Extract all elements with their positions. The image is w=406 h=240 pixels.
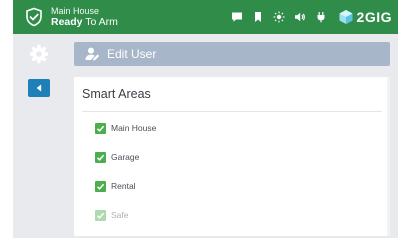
shield-check-icon <box>26 7 42 27</box>
area-checkbox[interactable] <box>95 151 106 163</box>
area-label: Main House <box>111 123 157 133</box>
brand-name: 2GIG <box>356 9 392 25</box>
brand-logo: 2GIG <box>338 9 392 25</box>
arm-state-suffix: To Arm <box>82 16 118 28</box>
status-bar: Main House Ready To Arm 2GIG <box>13 0 398 34</box>
area-item-safe[interactable]: Safe <box>95 208 129 222</box>
area-name: Main House <box>51 6 100 16</box>
check-icon <box>96 183 105 190</box>
area-item-garage[interactable]: Garage <box>95 150 139 164</box>
back-arrow-icon <box>36 84 42 92</box>
area-item-main-house[interactable]: Main House <box>95 121 156 135</box>
area-checkbox[interactable] <box>95 209 106 221</box>
area-item-rental[interactable]: Rental <box>95 179 136 193</box>
area-checkbox[interactable] <box>95 122 106 134</box>
scrollbar[interactable] <box>387 77 390 236</box>
main-content: Edit User Smart Areas Main House Garage … <box>13 34 398 238</box>
area-checkbox[interactable] <box>95 180 106 192</box>
page-title: Edit User <box>107 47 157 61</box>
smart-areas-panel: Smart Areas Main House Garage Rental Saf… <box>74 77 390 236</box>
status-icons: 2GIG <box>231 7 398 27</box>
message-icon[interactable] <box>231 11 243 23</box>
system-status[interactable]: Main House Ready To Arm <box>51 6 118 28</box>
2gig-logo-icon <box>339 10 353 24</box>
brightness-icon[interactable] <box>273 11 285 23</box>
bookmark-icon[interactable] <box>252 11 264 23</box>
power-plug-icon[interactable] <box>315 11 327 23</box>
back-button[interactable] <box>28 79 50 97</box>
arm-state-prefix: Ready <box>51 16 83 28</box>
divider <box>82 111 382 112</box>
user-edit-icon <box>85 47 100 61</box>
area-label: Garage <box>111 152 140 162</box>
area-label: Safe <box>111 210 129 220</box>
panel-title: Smart Areas <box>82 87 151 101</box>
gear-icon[interactable] <box>29 44 49 64</box>
check-icon <box>96 154 105 161</box>
area-label: Rental <box>111 181 136 191</box>
header-bar: Edit User <box>74 42 390 66</box>
check-icon <box>96 125 105 132</box>
check-icon <box>96 212 105 219</box>
volume-icon[interactable] <box>294 11 306 23</box>
screen: Main House Ready To Arm 2GIG Edit User S… <box>0 0 406 240</box>
arm-state: Ready To Arm <box>51 17 118 28</box>
